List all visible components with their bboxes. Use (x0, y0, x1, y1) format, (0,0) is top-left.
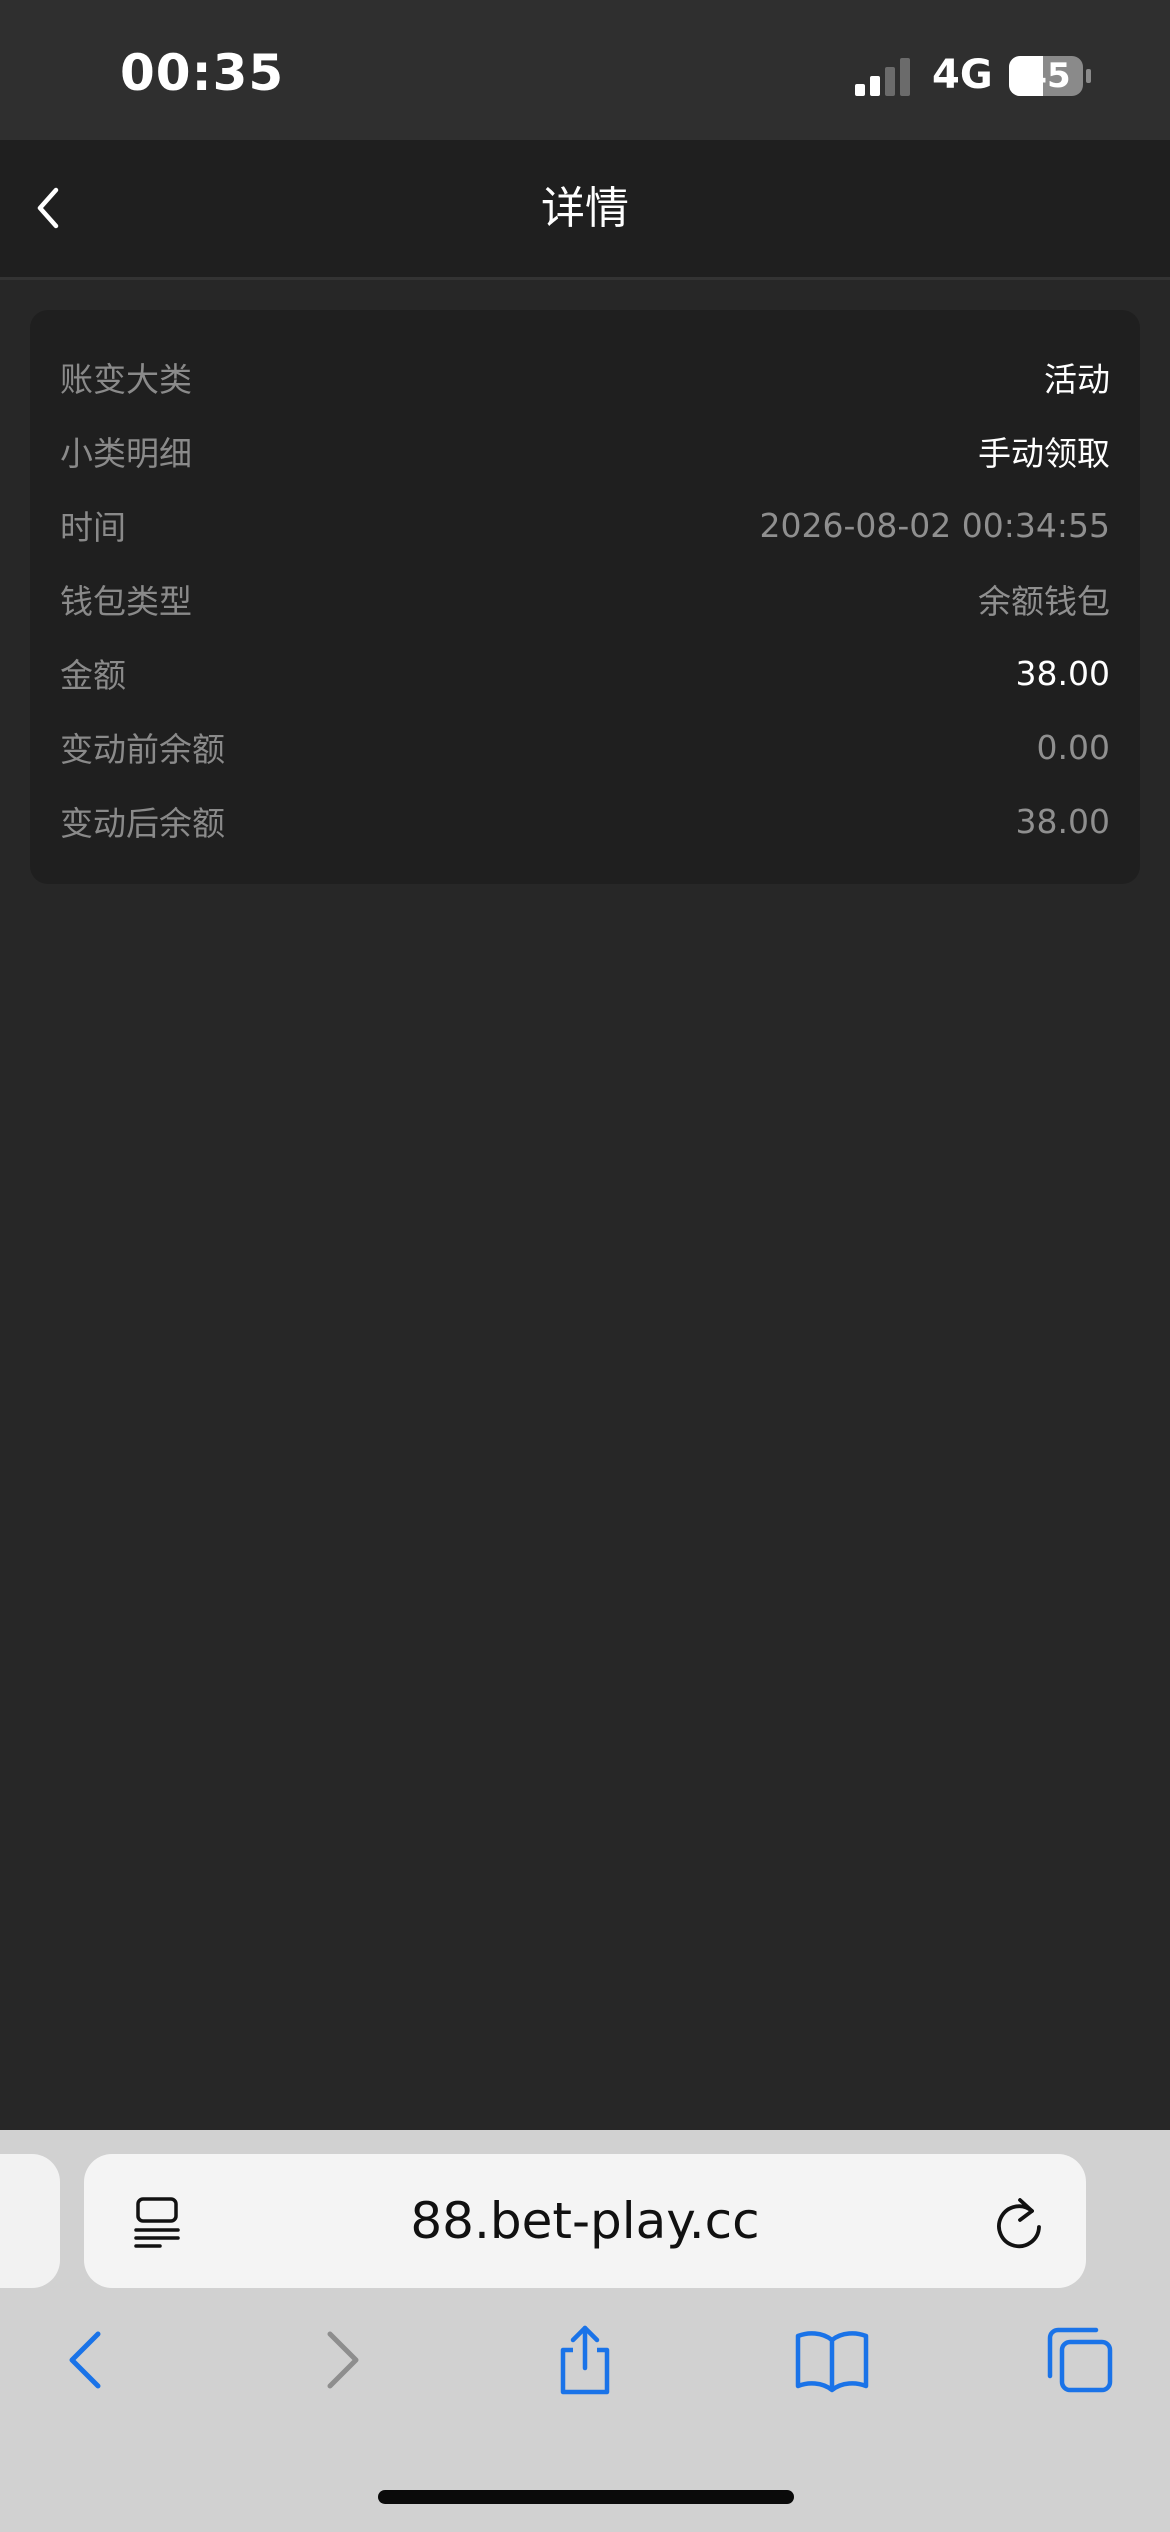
status-time: 00:35 (120, 44, 285, 102)
battery-level: 45 (1023, 56, 1071, 96)
nav-bar: 详情 (0, 140, 1170, 280)
browser-toolbar: 88.bet-play.cc (0, 2130, 1170, 2532)
detail-value: 38.00 (1015, 653, 1110, 693)
network-type: 4G (932, 52, 993, 98)
detail-label: 时间 (60, 508, 126, 547)
back-icon[interactable] (50, 2322, 126, 2398)
detail-label: 变动前余额 (60, 730, 225, 769)
detail-label: 变动后余额 (60, 804, 225, 843)
detail-row-time: 时间 2026-08-02 00:34:55 (60, 488, 1110, 562)
detail-label: 钱包类型 (60, 582, 192, 621)
address-bar[interactable]: 88.bet-play.cc (84, 2154, 1086, 2288)
detail-value: 38.00 (1015, 801, 1110, 841)
cellular-signal-icon (855, 58, 910, 96)
chevron-left-icon[interactable] (28, 180, 68, 236)
detail-row-wallet-type: 钱包类型 余额钱包 (60, 562, 1110, 636)
reload-icon[interactable] (992, 2194, 1046, 2252)
tabs-icon[interactable] (1042, 2322, 1118, 2398)
detail-value: 2026-08-02 00:34:55 (759, 505, 1110, 545)
detail-row-subcategory: 小类明细 手动领取 (60, 414, 1110, 488)
detail-value: 手动领取 (978, 434, 1110, 473)
bookmarks-icon[interactable] (794, 2322, 870, 2398)
detail-card: 账变大类 活动 小类明细 手动领取 时间 2026-08-02 00:34:55… (30, 310, 1140, 884)
url-text[interactable]: 88.bet-play.cc (84, 2154, 1086, 2288)
detail-row-balance-before: 变动前余额 0.00 (60, 710, 1110, 784)
detail-row-balance-after: 变动后余额 38.00 (60, 784, 1110, 858)
status-bar: 00:35 4G 45 (0, 0, 1170, 140)
detail-label: 小类明细 (60, 434, 192, 473)
detail-value: 0.00 (1036, 727, 1110, 767)
detail-row-category: 账变大类 活动 (60, 340, 1110, 414)
previous-tab-peek[interactable] (0, 2154, 60, 2288)
detail-label: 账变大类 (60, 360, 192, 399)
page-title: 详情 (541, 183, 629, 234)
detail-value: 余额钱包 (978, 582, 1110, 621)
detail-value: 活动 (1044, 360, 1110, 399)
detail-row-amount: 金额 38.00 (60, 636, 1110, 710)
detail-label: 金额 (60, 656, 126, 695)
forward-icon[interactable] (302, 2322, 378, 2398)
share-icon[interactable] (547, 2322, 623, 2398)
home-indicator (378, 2490, 794, 2504)
